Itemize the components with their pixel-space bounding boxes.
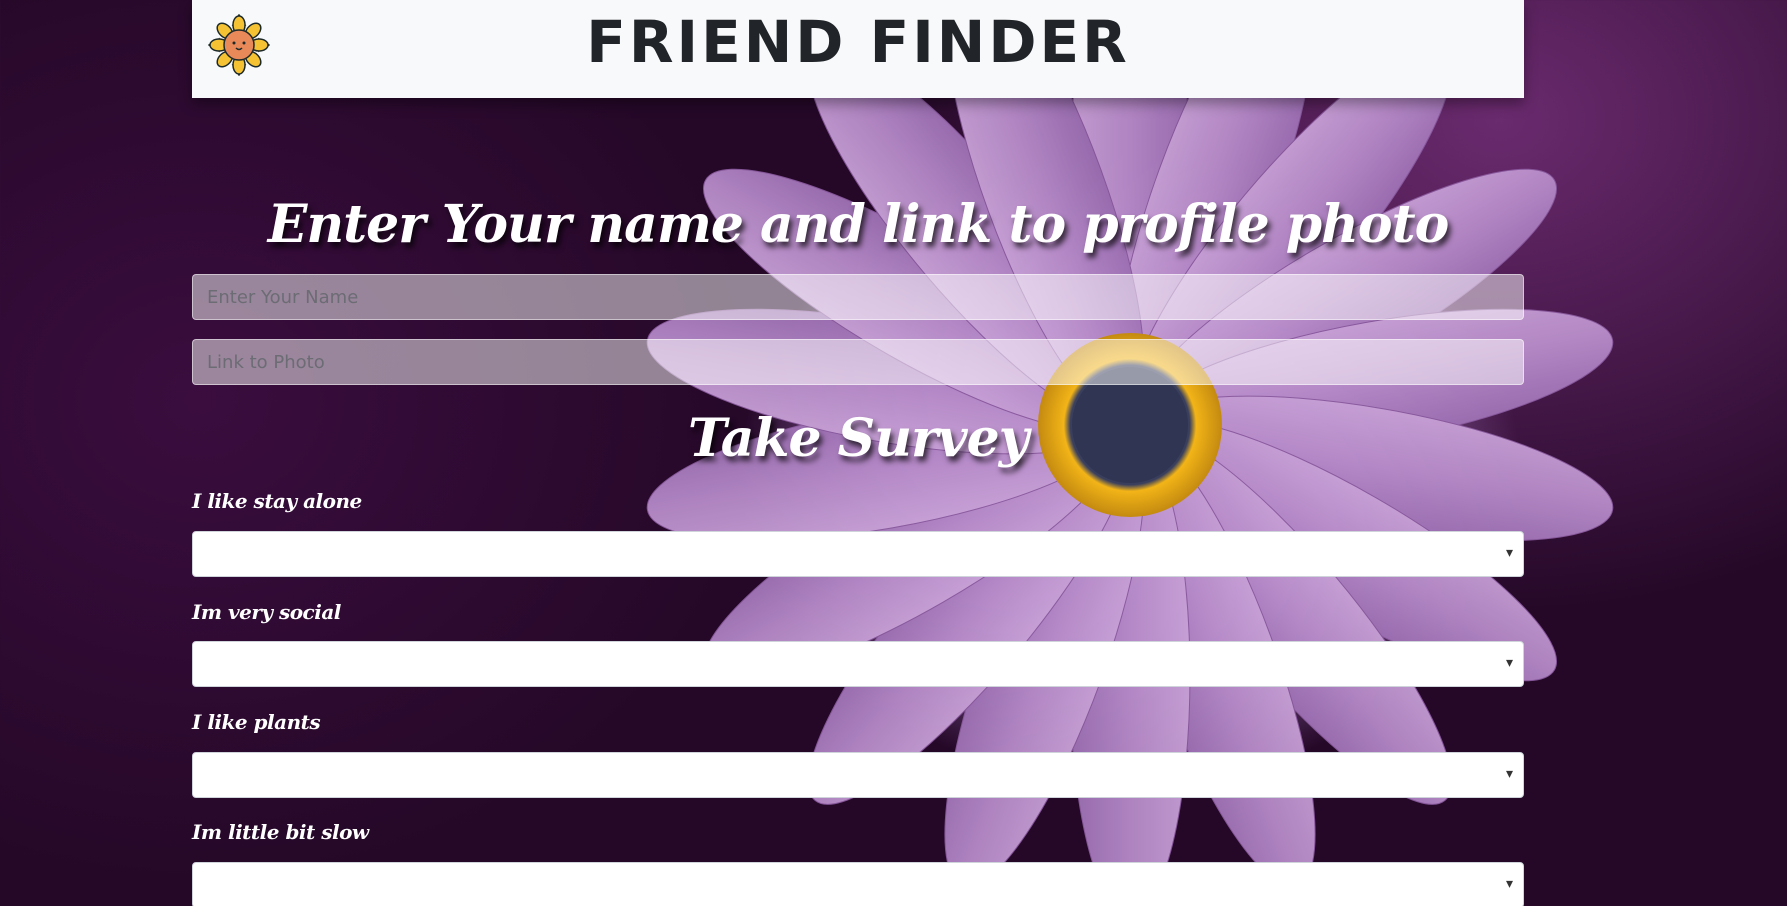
question-select[interactable]: ▾ [192, 862, 1524, 906]
caret-down-icon: ▾ [1505, 766, 1513, 782]
name-input[interactable] [192, 274, 1524, 320]
question-label: Im very social [192, 600, 341, 624]
photo-link-input[interactable] [192, 339, 1524, 385]
question-select[interactable]: ▾ [192, 531, 1524, 577]
caret-down-icon: ▾ [1505, 545, 1513, 561]
question-label: I like plants [192, 710, 321, 734]
question-label: I like stay alone [192, 489, 362, 513]
caret-down-icon: ▾ [1505, 655, 1513, 671]
caret-down-icon: ▾ [1505, 876, 1513, 892]
brand-title[interactable]: FRIEND FINDER [192, 8, 1524, 76]
navbar: FRIEND FINDER [192, 0, 1524, 98]
question-select[interactable]: ▾ [192, 641, 1524, 687]
question-select[interactable]: ▾ [192, 752, 1524, 798]
survey-heading: Take Survey [688, 408, 1029, 469]
profile-heading: Enter Your name and link to profile phot… [267, 194, 1450, 255]
question-label: Im little bit slow [192, 820, 369, 844]
